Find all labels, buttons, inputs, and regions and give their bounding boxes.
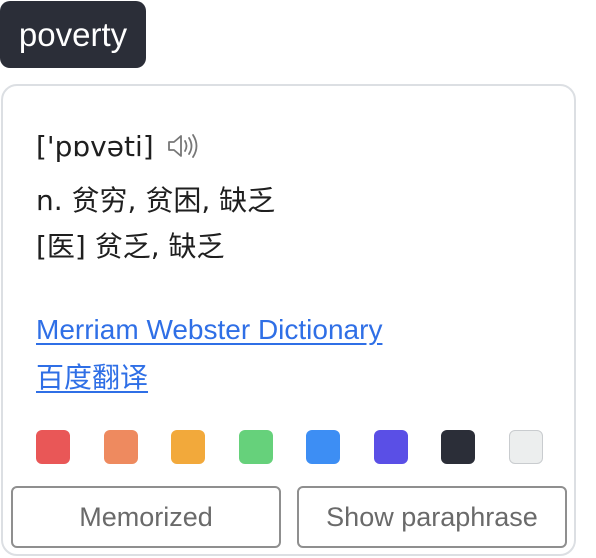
dictionary-links: Merriam Webster Dictionary 百度翻译 [36, 306, 382, 402]
speaker-icon[interactable] [166, 132, 200, 160]
show-paraphrase-button[interactable]: Show paraphrase [297, 486, 567, 548]
color-swatch-yellow[interactable] [171, 430, 206, 464]
color-swatches [36, 430, 543, 464]
color-swatch-purple[interactable] [373, 430, 408, 464]
definition-card: ['pɒvəti] n. 贫穷, 贫困, 缺乏 [医] 贫乏, 缺乏 Merri… [1, 84, 576, 556]
phonetic-text: ['pɒvəti] [36, 129, 154, 163]
color-swatch-blue[interactable] [306, 430, 341, 464]
color-swatch-dark[interactable] [441, 430, 476, 464]
definitions: n. 贫穷, 贫困, 缺乏 [医] 贫乏, 缺乏 [36, 178, 275, 270]
merriam-webster-link[interactable]: Merriam Webster Dictionary [36, 306, 382, 354]
color-swatch-red[interactable] [36, 430, 70, 464]
baidu-translate-link[interactable]: 百度翻译 [36, 354, 382, 402]
definition-line: [医] 贫乏, 缺乏 [36, 230, 225, 263]
word-badge: poverty [0, 1, 146, 68]
color-swatch-orange[interactable] [103, 430, 138, 464]
color-swatch-light-gray[interactable] [508, 430, 543, 464]
phonetic-row: ['pɒvəti] [36, 124, 200, 168]
card-actions: Memorized Show paraphrase [11, 486, 567, 548]
color-swatch-green[interactable] [238, 430, 273, 464]
memorized-button[interactable]: Memorized [11, 486, 281, 548]
definition-line: n. 贫穷, 贫困, 缺乏 [36, 184, 276, 217]
